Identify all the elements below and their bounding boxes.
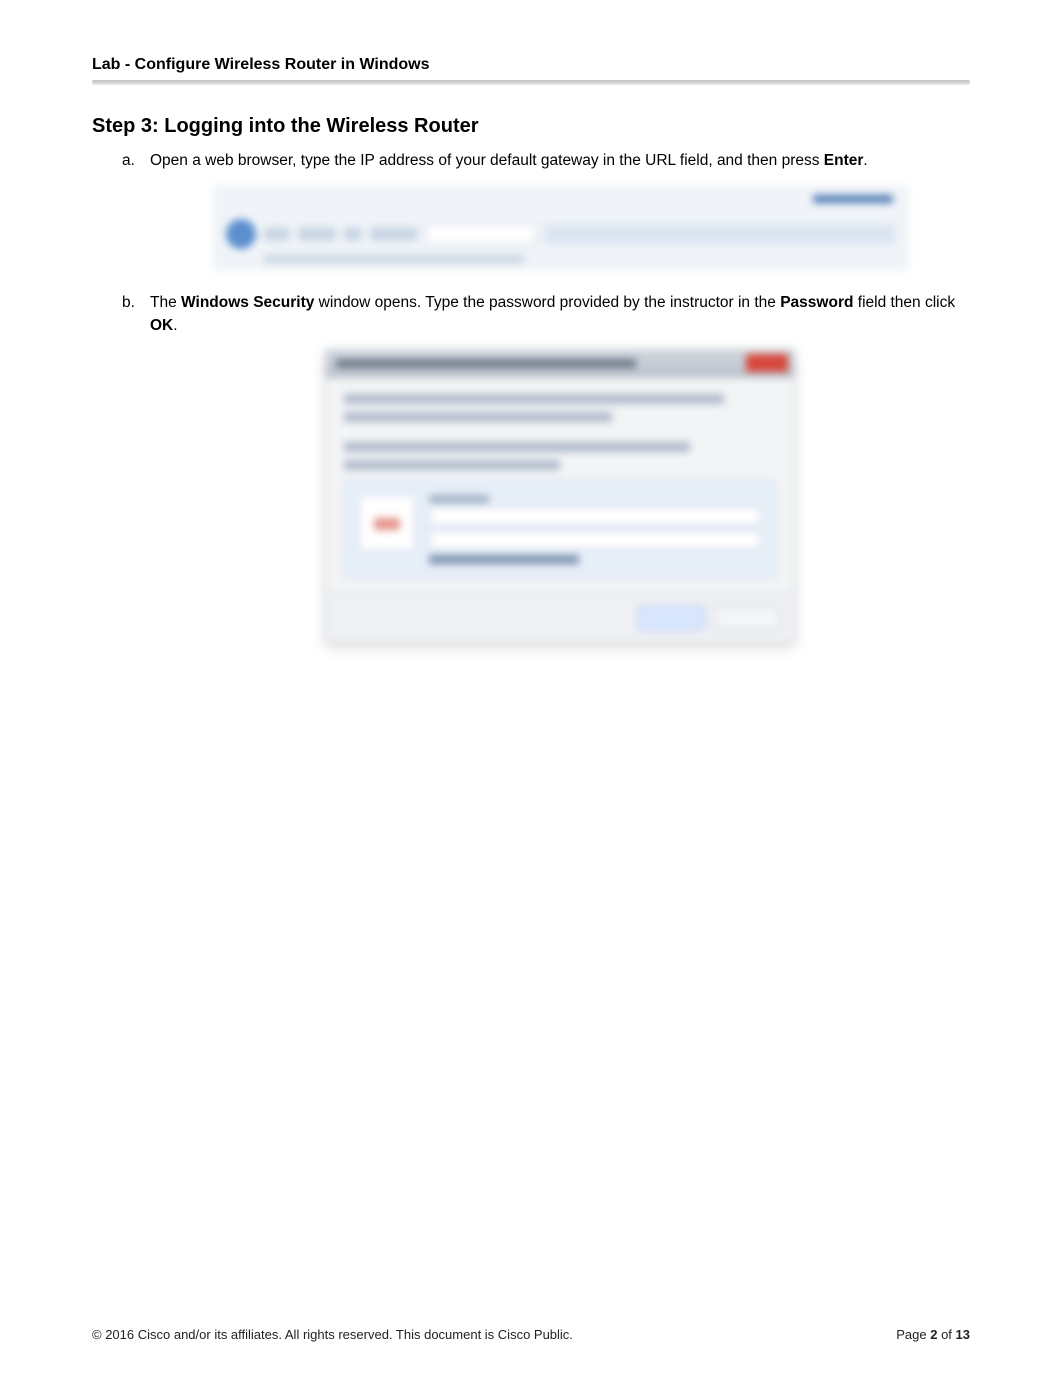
text-run: Open a web browser, type the IP address … <box>150 152 824 169</box>
step-item-a: a. Open a web browser, type the IP addre… <box>122 150 970 270</box>
figure-security-dialog <box>325 349 795 643</box>
page-footer: © 2016 Cisco and/or its affiliates. All … <box>92 1327 970 1342</box>
nav-stop-blur <box>344 227 362 241</box>
browser-menu-blur <box>813 195 893 203</box>
figure-browser-bar <box>213 186 908 270</box>
footer-page-pre: Page <box>896 1327 930 1342</box>
doc-header-title: Lab - Configure Wireless Router in Windo… <box>92 56 970 74</box>
dialog-titlebar <box>326 350 794 378</box>
remember-label-blur <box>429 555 579 564</box>
dialog-text-blur <box>344 412 612 422</box>
dialog-button-row <box>326 593 794 642</box>
username-field-blur <box>429 507 761 525</box>
dialog-title-blur <box>336 359 636 368</box>
list-marker: b. <box>122 292 135 314</box>
footer-page-total: 13 <box>956 1327 970 1342</box>
dialog-text-blur <box>344 442 690 452</box>
dialog-text-blur <box>344 460 560 470</box>
step-item-b: b. The Windows Security window opens. Ty… <box>122 292 970 643</box>
cancel-button-blur <box>714 606 780 630</box>
url-field-blur <box>426 224 536 244</box>
step-heading: Step 3: Logging into the Wireless Router <box>92 115 970 138</box>
toolbar-right-blur <box>544 224 895 244</box>
browser-status-blur <box>264 255 524 263</box>
text-run: . <box>173 317 177 334</box>
text-run: . <box>863 152 867 169</box>
footer-page-of: of <box>937 1327 955 1342</box>
nav-back-blur <box>264 227 290 241</box>
footer-page: Page 2 of 13 <box>896 1327 970 1342</box>
browser-toolbar-blur <box>226 219 895 249</box>
bold-windows-security: Windows Security <box>181 294 314 311</box>
step-list: a. Open a web browser, type the IP addre… <box>122 150 970 643</box>
nav-label-blur <box>370 227 418 241</box>
footer-copyright: © 2016 Cisco and/or its affiliates. All … <box>92 1327 573 1342</box>
password-field-blur <box>429 531 761 549</box>
bold-ok: OK <box>150 317 173 334</box>
text-run: The <box>150 294 181 311</box>
list-marker: a. <box>122 150 135 172</box>
username-label-blur <box>429 495 489 503</box>
text-run: window opens. Type the password provided… <box>314 294 780 311</box>
user-avatar-icon <box>359 495 415 551</box>
dialog-text-blur <box>344 394 724 404</box>
bold-enter: Enter <box>824 152 864 169</box>
nav-fwd-blur <box>298 227 336 241</box>
text-run: field then click <box>853 294 955 311</box>
ok-button-blur <box>638 606 704 630</box>
close-icon <box>746 354 788 372</box>
browser-home-icon <box>226 219 256 249</box>
bold-password: Password <box>780 294 853 311</box>
credentials-panel <box>344 480 776 579</box>
header-rule <box>92 80 970 85</box>
